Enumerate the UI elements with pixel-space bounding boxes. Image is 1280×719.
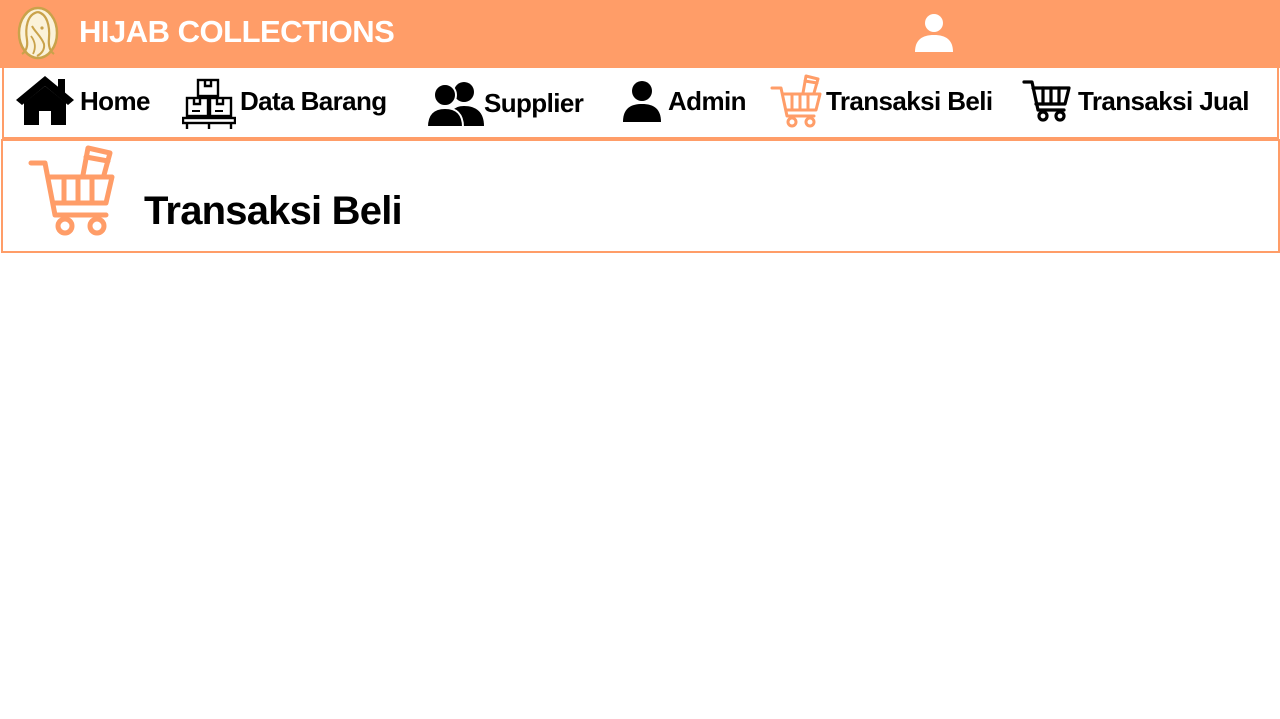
boxes-pallet-icon: [182, 78, 236, 129]
page-header-panel: Transaksi Beli: [1, 139, 1280, 253]
nav-label-data-barang: Data Barang: [240, 86, 387, 116]
user-icon: [623, 81, 661, 122]
shopping-cart-icon: [770, 74, 822, 128]
brand-title: HIJAB COLLECTIONS: [79, 14, 395, 49]
shopping-cart-icon: [28, 145, 115, 236]
nav-item-supplier[interactable]: Supplier: [424, 68, 600, 137]
nav-item-transaksi-jual[interactable]: Transaksi Jual: [1020, 68, 1266, 137]
nav-item-transaksi-beli[interactable]: Transaksi Beli: [770, 68, 1010, 137]
page-title: Transaksi Beli: [144, 189, 403, 233]
house-icon: [16, 76, 74, 125]
nav-item-data-barang[interactable]: Data Barang: [180, 68, 406, 137]
nav-item-admin[interactable]: Admin: [618, 68, 758, 137]
app-header: HIJAB COLLECTIONS: [0, 0, 1280, 68]
nav-label-supplier: Supplier: [484, 88, 584, 118]
user-icon[interactable]: [912, 10, 956, 54]
users-icon: [426, 82, 484, 128]
hijab-woman-logo-icon: [17, 6, 59, 60]
nav-label-transaksi-beli: Transaksi Beli: [826, 86, 993, 116]
nav-item-home[interactable]: Home: [12, 68, 162, 137]
nav-label-admin: Admin: [668, 86, 746, 116]
nav-label-home: Home: [80, 86, 150, 116]
main-navbar: Home Data Barang Supplier Admin Transaks…: [2, 68, 1279, 139]
shopping-cart-icon: [1022, 80, 1071, 122]
nav-label-transaksi-jual: Transaksi Jual: [1078, 86, 1249, 116]
